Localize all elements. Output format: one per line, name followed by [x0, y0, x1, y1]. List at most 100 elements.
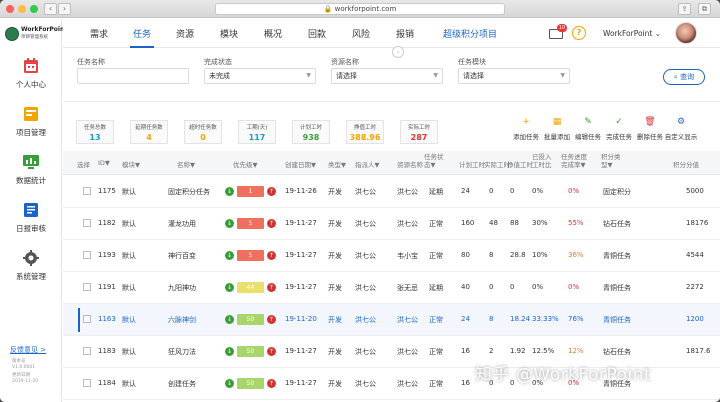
- cell-ratio: 30%: [532, 219, 548, 227]
- sidebar-item-personal[interactable]: 个人中心: [0, 57, 62, 97]
- column-header[interactable]: ID▼: [98, 159, 110, 167]
- priority-down-icon[interactable]: ↓: [225, 251, 234, 260]
- priority-up-icon[interactable]: ↑: [267, 219, 276, 228]
- column-header[interactable]: 计划工时: [459, 159, 485, 169]
- task-name-input[interactable]: [77, 68, 189, 84]
- stat-card: 任务总数 13: [76, 120, 114, 144]
- tabs-icon[interactable]: ⧉: [698, 3, 711, 15]
- sidebar-item-projects[interactable]: 项目管理: [0, 105, 62, 145]
- column-header[interactable]: 优先级▼: [233, 159, 258, 169]
- cell-ratio: 0%: [532, 187, 544, 195]
- action-settings[interactable]: ⚙ 自定义显示: [661, 116, 701, 141]
- version-number: V1.0.0001: [12, 365, 36, 370]
- brand-logo[interactable]: WorkForPoint 项目管理系统: [5, 25, 67, 45]
- tab-requirements[interactable]: 需求: [90, 27, 108, 40]
- table-row[interactable]: 1191 默认 九阳神功 19-11-27 开发 洪七公 张无忌 延期 40 0 0 0% 0% 青铜任务…: [63, 272, 720, 304]
- add-task-icon: +: [522, 117, 530, 127]
- cell-status: 正常: [429, 348, 443, 356]
- column-header[interactable]: 指派人▼: [355, 159, 380, 169]
- row-checkbox[interactable]: [83, 283, 91, 291]
- column-header[interactable]: 任务状态▼: [424, 153, 448, 169]
- table-row[interactable]: 1193 默认 神行百变 19-11-27 开发 洪七公 韦小宝 正常 80 8 28.8 10% 36…: [63, 240, 720, 272]
- column-header[interactable]: 创建日期▼: [285, 159, 316, 169]
- sidebar-item-statistics[interactable]: 数据统计: [0, 153, 62, 193]
- priority-up-icon[interactable]: ↑: [267, 187, 276, 196]
- row-checkbox[interactable]: [83, 315, 91, 323]
- cell-resource: 张无忌: [397, 284, 418, 292]
- search-button[interactable]: ⌕ 查询: [663, 69, 705, 85]
- row-checkbox[interactable]: [83, 219, 91, 227]
- batch-add-icon: ▦: [552, 117, 562, 127]
- sidebar-item-system[interactable]: 系统管理: [0, 249, 62, 289]
- priority-up-icon[interactable]: ↑: [267, 315, 276, 324]
- update-date: 2019-11-20: [12, 379, 39, 384]
- status-select[interactable]: 未完成 ▼: [204, 68, 316, 84]
- priority-up-icon[interactable]: ↑: [267, 379, 276, 388]
- maximize-window-button[interactable]: [30, 5, 38, 13]
- priority-down-icon[interactable]: ↓: [225, 187, 234, 196]
- chevron-down-icon: ▼: [560, 72, 565, 79]
- resource-select[interactable]: 请选择 ▼: [331, 68, 443, 84]
- priority-down-icon[interactable]: ↓: [225, 219, 234, 228]
- cell-points: 5000: [686, 187, 704, 195]
- cell-assignee: 洪七公: [355, 348, 376, 356]
- tab-modules[interactable]: 模块: [220, 27, 238, 40]
- column-header[interactable]: 任务进度完成率▼: [561, 153, 587, 169]
- cell-actual: 48: [489, 219, 498, 227]
- task-name-label: 任务名称: [77, 58, 105, 66]
- row-checkbox[interactable]: [83, 347, 91, 355]
- tab-resources[interactable]: 资源: [176, 27, 194, 40]
- row-checkbox[interactable]: [83, 379, 91, 387]
- forward-arrow-icon[interactable]: ›: [58, 3, 71, 15]
- priority-up-icon[interactable]: ↑: [267, 251, 276, 260]
- sidebar-item-report-review[interactable]: 日报审核: [0, 201, 62, 241]
- priority-up-icon[interactable]: ↑: [267, 283, 276, 292]
- priority-down-icon[interactable]: ↓: [225, 379, 234, 388]
- cell-name: 狂风刀法: [168, 348, 196, 356]
- table-row[interactable]: 1175 默认 固定积分任务 19-11-26 开发 洪七公 洪七公 延期 24 0 0 0% 0% 固定…: [63, 176, 720, 208]
- avatar[interactable]: [675, 22, 697, 44]
- expand-filters-icon[interactable]: ⌄: [392, 46, 404, 58]
- table-row[interactable]: 1182 默认 灌龙功用 19-11-27 开发 洪七公 洪七公 正常 160 48 88 30% 55…: [63, 208, 720, 240]
- stat-card: 实际工时 287: [400, 120, 438, 144]
- close-window-button[interactable]: [6, 5, 14, 13]
- tab-expenses[interactable]: 报销: [396, 27, 414, 40]
- url-bar[interactable]: 🔒 workforpoint.com: [215, 3, 505, 15]
- tab-tasks[interactable]: 任务: [133, 27, 151, 40]
- column-header[interactable]: 积分分值: [673, 159, 699, 169]
- help-icon[interactable]: ?: [572, 26, 586, 40]
- priority-down-icon[interactable]: ↓: [225, 315, 234, 324]
- column-header[interactable]: 类型▼: [328, 159, 346, 169]
- minimize-window-button[interactable]: [18, 5, 26, 13]
- tab-payments[interactable]: 回款: [308, 27, 326, 40]
- cell-type: 开发: [328, 316, 342, 324]
- cell-actual: 8: [489, 315, 494, 323]
- user-menu[interactable]: WorkForPoint ⌄: [603, 29, 661, 38]
- table-row[interactable]: 1163 默认 六脉神剑 19-11-20 开发 洪七公 洪七公 正常 24 8 18.24 33.3…: [63, 304, 720, 336]
- selected-row-indicator: [78, 308, 80, 332]
- row-checkbox[interactable]: [83, 187, 91, 195]
- tab-risks[interactable]: 风险: [352, 27, 370, 40]
- tab-overview[interactable]: 概况: [264, 27, 282, 40]
- cell-name: 神行百变: [168, 252, 196, 260]
- lock-icon: 🔒: [323, 5, 333, 13]
- tab-super-points-project[interactable]: 超级积分项目: [443, 27, 497, 40]
- column-header[interactable]: 模块▼: [122, 159, 140, 169]
- column-header[interactable]: 已投入工时比: [532, 153, 556, 169]
- module-select[interactable]: 请选择 ▼: [458, 68, 570, 84]
- stat-card: 计划工时 938: [292, 120, 330, 144]
- priority-down-icon[interactable]: ↓: [225, 283, 234, 292]
- column-header[interactable]: 挣值工时: [507, 159, 533, 169]
- column-header[interactable]: 积分类型▼: [601, 153, 625, 169]
- cell-ratio: 0%: [532, 283, 544, 291]
- priority-up-icon[interactable]: ↑: [267, 347, 276, 356]
- column-header[interactable]: 资源名称: [397, 159, 423, 169]
- column-header[interactable]: 名称▼: [177, 159, 195, 169]
- feedback-link[interactable]: 反馈意见 >: [10, 345, 46, 355]
- cell-date: 19-11-27: [285, 251, 317, 259]
- cell-resource: 洪七公: [397, 220, 418, 228]
- back-arrow-icon[interactable]: ‹: [44, 3, 57, 15]
- share-icon[interactable]: ⇪: [678, 3, 691, 15]
- priority-down-icon[interactable]: ↓: [225, 347, 234, 356]
- row-checkbox[interactable]: [83, 251, 91, 259]
